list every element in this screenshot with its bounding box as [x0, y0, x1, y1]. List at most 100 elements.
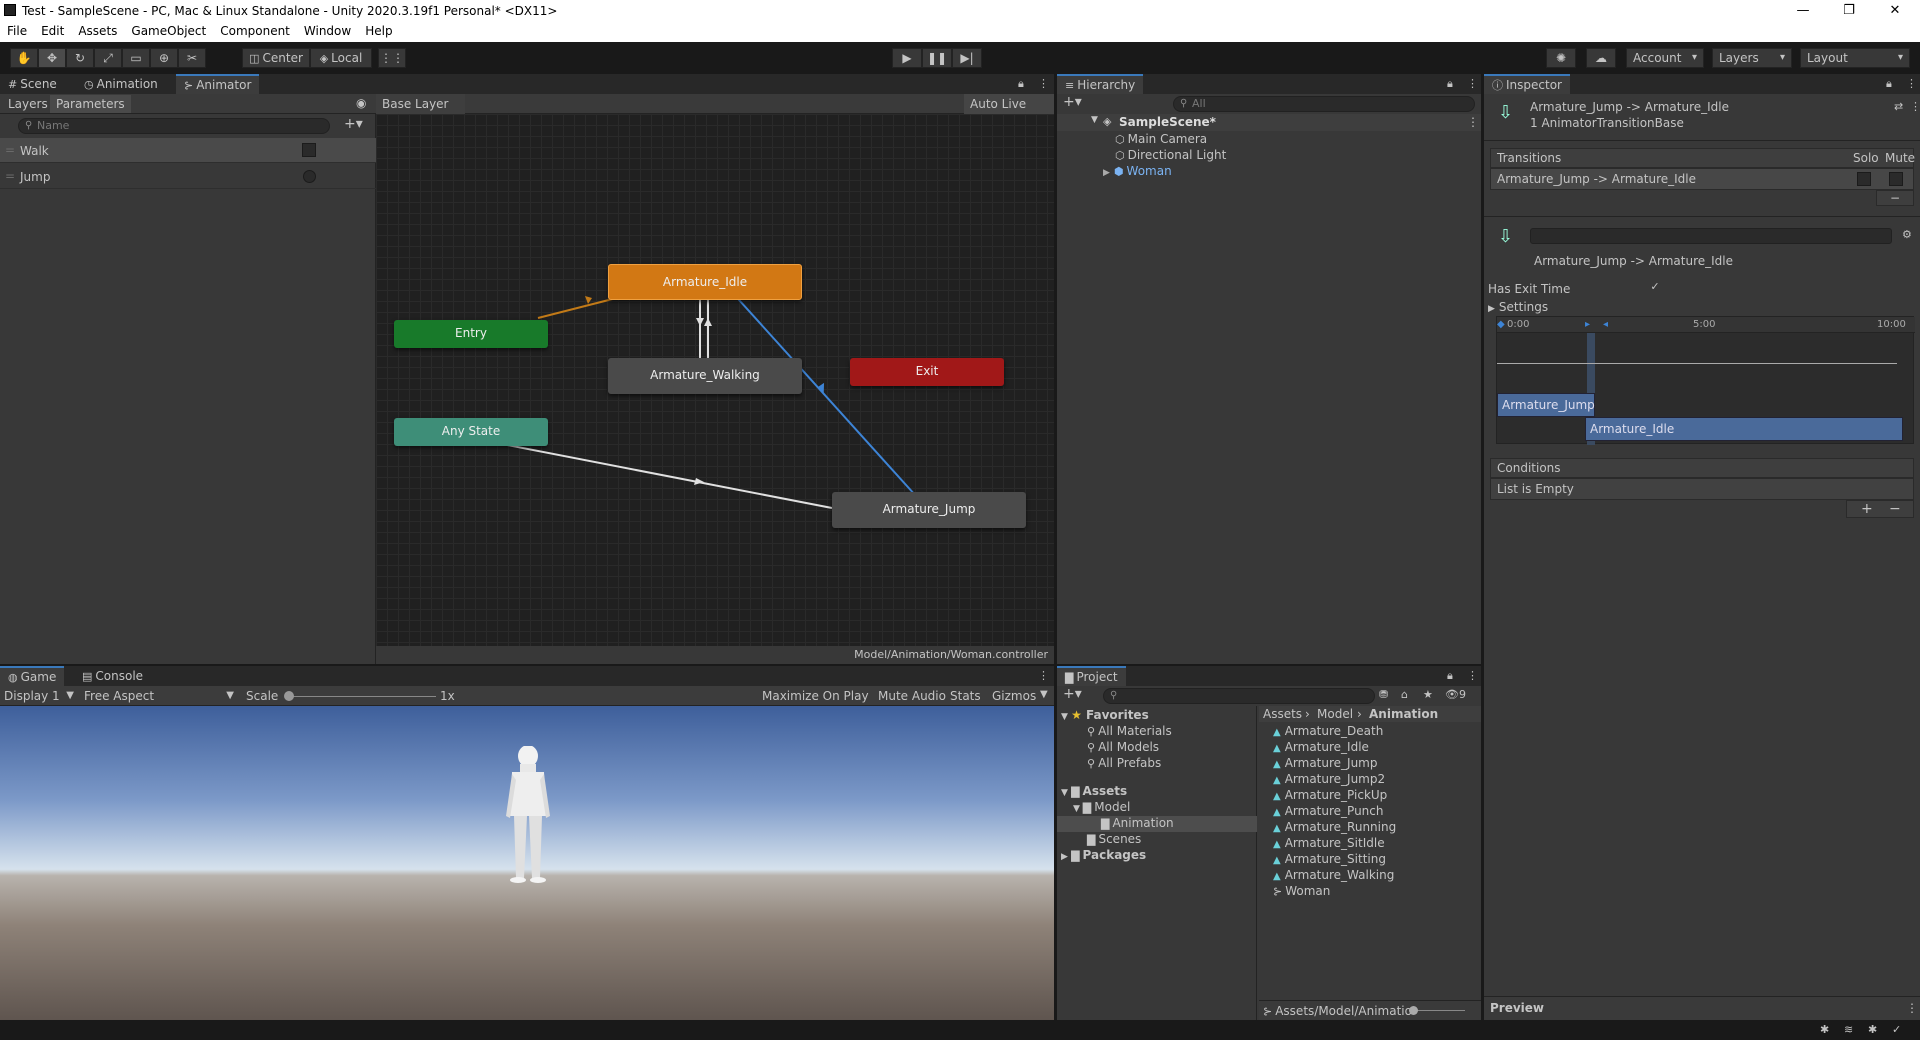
hierarchy-item[interactable]: ⬡ Directional Light	[1115, 148, 1226, 162]
game-viewport[interactable]	[0, 706, 1054, 1020]
param-row[interactable]: = Walk	[0, 138, 376, 163]
clip-armature-jump[interactable]: Armature_Jump	[1497, 393, 1595, 417]
breadcrumb-animation[interactable]: Animation	[1369, 707, 1438, 721]
solo-checkbox[interactable]	[1857, 172, 1871, 186]
snap-grid-icon[interactable]: ⋮⋮	[378, 48, 406, 68]
progress-icon[interactable]: ✱	[1868, 1023, 1877, 1036]
has-exit-time-checkbox[interactable]: ✓	[1648, 280, 1662, 294]
breadcrumb-model[interactable]: Model	[1317, 707, 1353, 721]
cloud-icon[interactable]: ☁	[1586, 48, 1616, 68]
project-search-input[interactable]	[1103, 688, 1375, 704]
packages-folder[interactable]: ▶ ▇ Packages	[1061, 848, 1146, 862]
param-trigger-radio[interactable]	[303, 170, 316, 183]
settings-foldout[interactable]: ▶ Settings	[1488, 300, 1548, 314]
mute-checkbox[interactable]	[1889, 172, 1903, 186]
hidden-packages-button[interactable]: 👁︎9	[1445, 688, 1466, 701]
foldout-open-icon[interactable]: ▼	[1061, 788, 1071, 798]
menu-window[interactable]: Window	[297, 22, 358, 38]
stats-button[interactable]: Stats	[950, 689, 981, 703]
list-item[interactable]: ▲ Armature_Death	[1273, 724, 1383, 738]
add-parameter-button[interactable]: +▾	[344, 116, 363, 132]
remove-condition-button[interactable]: −	[1889, 501, 1901, 517]
list-item[interactable]: ⊱ Woman	[1273, 884, 1330, 898]
drag-handle-icon[interactable]: =	[5, 143, 15, 157]
list-item[interactable]: ▲ Armature_Running	[1273, 820, 1396, 834]
tab-parameters[interactable]: Parameters	[50, 95, 131, 113]
breadcrumb-base-layer[interactable]: Base Layer	[382, 97, 449, 111]
foldout-closed-icon[interactable]: ▶	[1488, 304, 1495, 314]
state-armature-walking[interactable]: Armature_Walking	[608, 358, 802, 394]
tab-layers[interactable]: Layers	[2, 94, 54, 114]
transition-end-marker-icon[interactable]: ◂	[1603, 319, 1608, 330]
aspect-dropdown[interactable]: Free Aspect ▼	[80, 686, 238, 706]
transition-row[interactable]: Armature_Jump -> Armature_Idle	[1490, 168, 1914, 190]
state-any-state[interactable]: Any State	[394, 418, 548, 446]
menu-file[interactable]: File	[0, 22, 34, 38]
favorite-star-icon[interactable]: ★	[1423, 688, 1433, 701]
close-button[interactable]: ✕	[1872, 0, 1918, 22]
transition-row-label[interactable]: Armature_Jump -> Armature_Idle	[1497, 172, 1696, 186]
scale-tool-icon[interactable]: ⤢	[94, 48, 122, 68]
lock-icon[interactable]: 🔒︎	[1886, 77, 1892, 91]
favorite-item[interactable]: ⚲ All Models	[1087, 740, 1159, 754]
lock-icon[interactable]: 🔒︎	[1447, 669, 1453, 683]
hand-tool-icon[interactable]: ✋	[10, 48, 38, 68]
scenes-folder[interactable]: ▇ Scenes	[1087, 832, 1141, 846]
gizmos-button[interactable]: Gizmos	[992, 689, 1036, 703]
menu-help[interactable]: Help	[358, 22, 399, 38]
account-dropdown[interactable]: Account	[1626, 48, 1704, 68]
any-to-jump-transition[interactable]	[501, 443, 833, 509]
maximize-button[interactable]: ❐	[1826, 0, 1872, 22]
add-object-button[interactable]: +▾	[1063, 94, 1082, 110]
tab-hierarchy[interactable]: ≡ Hierarchy	[1057, 74, 1144, 94]
transition-name-field[interactable]	[1530, 228, 1892, 244]
auto-live-link-button[interactable]: Auto Live Link	[964, 94, 1054, 131]
menu-edit[interactable]: Edit	[34, 22, 71, 38]
collab-icon[interactable]: ✺	[1546, 48, 1576, 68]
check-circle-icon[interactable]: ✓	[1892, 1023, 1901, 1036]
move-tool-icon[interactable]: ✥	[38, 48, 66, 68]
timeline-ruler[interactable]: 0:00 5:00 10:00 ◆ ▸ ◂	[1497, 317, 1915, 333]
scene-name[interactable]: SampleScene*	[1119, 115, 1216, 129]
rotate-tool-icon[interactable]: ↻	[66, 48, 94, 68]
panel-menu-icon[interactable]: ⋮	[1467, 669, 1478, 682]
list-item[interactable]: ▲ Armature_Idle	[1273, 740, 1369, 754]
minimize-button[interactable]: —	[1780, 0, 1826, 22]
panel-menu-icon[interactable]: ⋮	[1906, 77, 1917, 90]
lock-icon[interactable]: 🔒︎	[1447, 77, 1453, 91]
list-item[interactable]: ▲ Armature_SitIdle	[1273, 836, 1385, 850]
search-by-type-icon[interactable]: ⛃	[1379, 688, 1388, 701]
model-folder[interactable]: ▼ ▇ Model	[1073, 800, 1130, 814]
tab-project[interactable]: ▇ Project	[1057, 666, 1126, 686]
param-bool-checkbox[interactable]	[302, 143, 316, 157]
list-item[interactable]: ▲ Armature_Jump	[1273, 756, 1378, 770]
lock-icon[interactable]: 🔒︎	[1018, 77, 1024, 91]
tab-animator[interactable]: ⊱ Animator	[176, 74, 260, 94]
state-armature-idle[interactable]: Armature_Idle	[608, 264, 802, 300]
list-item[interactable]: ▲ Armature_Walking	[1273, 868, 1394, 882]
layers-stack-icon[interactable]: ≋	[1844, 1023, 1853, 1036]
panel-menu-icon[interactable]: ⋮	[1038, 669, 1049, 682]
layers-dropdown[interactable]: Layers	[1712, 48, 1792, 68]
create-asset-button[interactable]: +▾	[1063, 686, 1082, 702]
panel-menu-icon[interactable]: ⋮	[1467, 77, 1478, 90]
transition-timeline[interactable]: 0:00 5:00 10:00 ◆ ▸ ◂ Armature_Jump Arma…	[1496, 316, 1915, 445]
hierarchy-item[interactable]: ⬡ Main Camera	[1115, 132, 1207, 146]
search-by-label-icon[interactable]: ⌂	[1401, 688, 1408, 701]
scale-slider-track[interactable]	[288, 696, 436, 697]
breadcrumb[interactable]: Base Layer	[376, 94, 465, 114]
foldout-open-icon[interactable]: ▼	[1091, 115, 1098, 125]
param-name[interactable]: Jump	[20, 170, 50, 184]
transform-tool-icon[interactable]: ⊕	[150, 48, 178, 68]
maximize-on-play-button[interactable]: Maximize On Play	[762, 689, 869, 703]
preview-menu-icon[interactable]: ⋮	[1906, 1001, 1918, 1015]
foldout-open-icon[interactable]: ▼	[1073, 804, 1083, 814]
eye-icon[interactable]: ◉	[356, 96, 366, 110]
list-item[interactable]: ▲ Armature_Punch	[1273, 804, 1383, 818]
list-item[interactable]: ▲ Armature_Sitting	[1273, 852, 1386, 866]
chevron-down-icon[interactable]: ▼	[1040, 689, 1048, 700]
foldout-closed-icon[interactable]: ▶	[1061, 852, 1071, 862]
transition-start-marker-icon[interactable]: ▸	[1585, 319, 1590, 330]
remove-transition-button[interactable]: −	[1876, 190, 1914, 206]
scale-slider-thumb[interactable]	[284, 691, 294, 701]
